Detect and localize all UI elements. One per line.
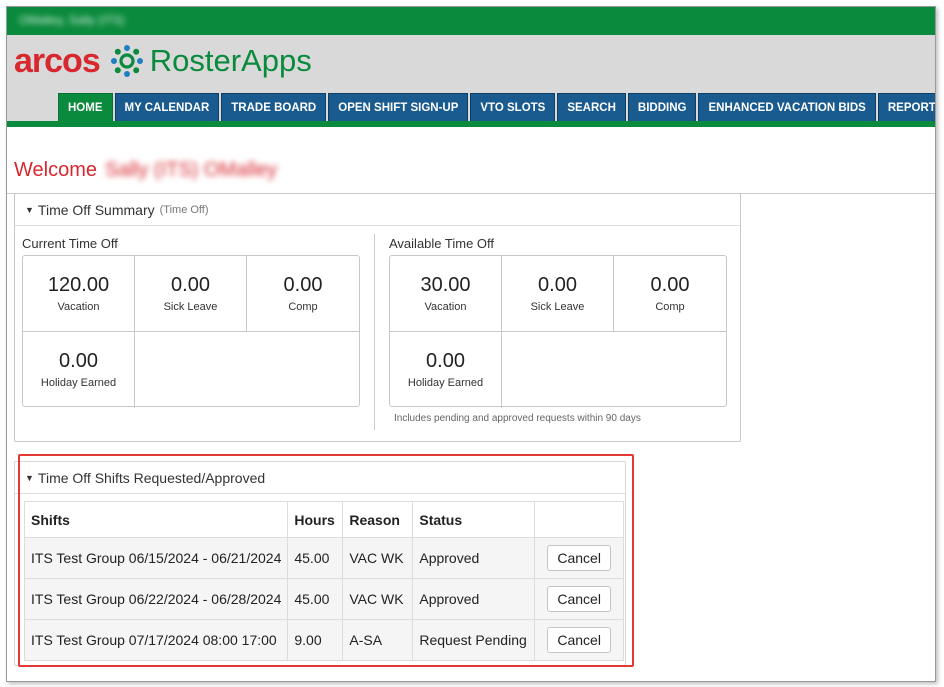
hours-cell: 45.00 bbox=[287, 578, 344, 620]
current-sick-leave-value: 0.00 bbox=[171, 274, 210, 296]
status-cell: Approved bbox=[412, 578, 536, 620]
top-user-name: OMalley, Sally (ITS) bbox=[19, 13, 125, 27]
caret-down-icon: ▼ bbox=[25, 472, 34, 483]
action-cell: Cancel bbox=[534, 537, 624, 579]
current-holiday-earned-cell: 0.00 Holiday Earned bbox=[23, 332, 135, 408]
reason-cell: VAC WK bbox=[342, 537, 414, 579]
available-time-off-note: Includes pending and approved requests w… bbox=[394, 413, 641, 424]
tab-bidding[interactable]: BIDDING bbox=[627, 93, 697, 121]
top-bar: OMalley, Sally (ITS) bbox=[7, 7, 935, 35]
current-comp-cell: 0.00 Comp bbox=[247, 256, 359, 332]
hours-cell: 45.00 bbox=[287, 537, 344, 579]
table-row: ITS Test Group 06/15/2024 - 06/21/2024 4… bbox=[23, 537, 624, 579]
current-comp-value: 0.00 bbox=[283, 274, 323, 296]
table-header-row: Shifts Hours Reason Status bbox=[23, 501, 624, 538]
table-row: ITS Test Group 06/22/2024 - 06/28/2024 4… bbox=[23, 578, 624, 620]
shift-cell: ITS Test Group 06/22/2024 - 06/28/2024 bbox=[23, 578, 289, 620]
table-row: ITS Test Group 07/17/2024 08:00 17:00 9.… bbox=[23, 619, 624, 661]
tab-search[interactable]: SEARCH bbox=[557, 93, 626, 121]
available-holiday-earned-cell: 0.00 Holiday Earned bbox=[390, 332, 502, 408]
available-vacation-value: 30.00 bbox=[420, 274, 471, 296]
column-divider bbox=[374, 234, 375, 430]
shift-cell: ITS Test Group 07/17/2024 08:00 17:00 bbox=[23, 619, 289, 661]
action-cell: Cancel bbox=[534, 578, 624, 620]
available-holiday-earned-label: Holiday Earned bbox=[407, 377, 484, 389]
current-time-off-grid: 120.00 Vacation 0.00 Sick Leave 0.00 Com… bbox=[22, 255, 360, 408]
current-sick-leave-cell: 0.00 Sick Leave bbox=[135, 256, 247, 332]
caret-down-icon: ▼ bbox=[25, 204, 34, 215]
available-vacation-cell: 30.00 Vacation bbox=[390, 256, 502, 332]
welcome-user-name: Sally (ITS) OMalley bbox=[105, 159, 278, 181]
time-off-summary-header[interactable]: ▼ Time Off Summary (Time Off) bbox=[15, 194, 740, 226]
cancel-button[interactable]: Cancel bbox=[547, 586, 611, 612]
column-header-reason: Reason bbox=[342, 501, 414, 538]
current-vacation-label: Vacation bbox=[57, 301, 100, 313]
tab-vto-slots[interactable]: VTO SLOTS bbox=[470, 93, 556, 121]
current-holiday-earned-label: Holiday Earned bbox=[40, 377, 117, 389]
tab-reports[interactable]: REPORTS bbox=[877, 93, 935, 121]
status-cell: Request Pending bbox=[412, 619, 536, 661]
tab-trade-board[interactable]: TRADE BOARD bbox=[221, 93, 327, 121]
time-off-shifts-table: Shifts Hours Reason Status ITS Test Grou… bbox=[23, 501, 624, 661]
arcos-logo-text: arcos bbox=[14, 42, 101, 80]
app-window: OMalley, Sally (ITS) arcos RosterApps HO… bbox=[6, 6, 936, 682]
current-sick-leave-label: Sick Leave bbox=[163, 301, 218, 313]
reason-cell: A-SA bbox=[342, 619, 414, 661]
current-time-off-title: Current Time Off bbox=[22, 236, 118, 251]
available-time-off-title: Available Time Off bbox=[389, 236, 495, 251]
time-off-summary-title: Time Off Summary bbox=[37, 201, 155, 218]
tab-enhanced-vacation-bids[interactable]: ENHANCED VACATION BIDS bbox=[698, 93, 876, 121]
current-holiday-earned-value: 0.00 bbox=[59, 350, 98, 372]
current-comp-label: Comp bbox=[288, 301, 318, 313]
action-cell: Cancel bbox=[534, 619, 624, 661]
available-comp-label: Comp bbox=[655, 301, 685, 313]
header: arcos RosterApps HOME MY CALENDAR TRADE … bbox=[7, 35, 935, 127]
tab-my-calendar[interactable]: MY CALENDAR bbox=[114, 93, 220, 121]
main-nav: HOME MY CALENDAR TRADE BOARD OPEN SHIFT … bbox=[58, 93, 935, 121]
tab-home[interactable]: HOME bbox=[58, 93, 113, 121]
available-time-off-grid: 30.00 Vacation 0.00 Sick Leave 0.00 Comp… bbox=[389, 255, 727, 408]
welcome-label: Welcome bbox=[14, 159, 97, 181]
shift-cell: ITS Test Group 06/15/2024 - 06/21/2024 bbox=[23, 537, 289, 579]
roster-apps-logo-text: RosterApps bbox=[149, 43, 312, 78]
welcome-heading: Welcome Sally (ITS) OMalley bbox=[14, 159, 277, 182]
available-sick-leave-value: 0.00 bbox=[538, 274, 577, 296]
available-vacation-label: Vacation bbox=[424, 301, 467, 313]
column-header-action bbox=[534, 501, 624, 538]
time-off-shifts-header[interactable]: ▼ Time Off Shifts Requested/Approved bbox=[15, 462, 625, 494]
time-off-summary-subtitle: (Time Off) bbox=[159, 203, 209, 216]
time-off-shifts-title: Time Off Shifts Requested/Approved bbox=[37, 469, 266, 486]
cancel-button[interactable]: Cancel bbox=[547, 545, 611, 571]
hours-cell: 9.00 bbox=[287, 619, 344, 661]
roster-apps-logo-icon bbox=[110, 45, 143, 77]
reason-cell: VAC WK bbox=[342, 578, 414, 620]
status-cell: Approved bbox=[412, 537, 536, 579]
logo[interactable]: arcos RosterApps bbox=[14, 41, 312, 81]
available-comp-cell: 0.00 Comp bbox=[614, 256, 726, 332]
current-vacation-cell: 120.00 Vacation bbox=[23, 256, 135, 332]
column-header-shifts: Shifts bbox=[23, 501, 289, 538]
available-sick-leave-cell: 0.00 Sick Leave bbox=[502, 256, 614, 332]
available-comp-value: 0.00 bbox=[650, 274, 690, 296]
time-off-summary-panel: ▼ Time Off Summary (Time Off) Current Ti… bbox=[14, 193, 741, 442]
tab-open-shift-sign-up[interactable]: OPEN SHIFT SIGN-UP bbox=[328, 93, 469, 121]
current-vacation-value: 120.00 bbox=[47, 274, 110, 296]
available-holiday-earned-value: 0.00 bbox=[426, 350, 465, 372]
column-header-status: Status bbox=[412, 501, 536, 538]
column-header-hours: Hours bbox=[287, 501, 344, 538]
cancel-button[interactable]: Cancel bbox=[547, 627, 611, 653]
available-sick-leave-label: Sick Leave bbox=[530, 301, 585, 313]
